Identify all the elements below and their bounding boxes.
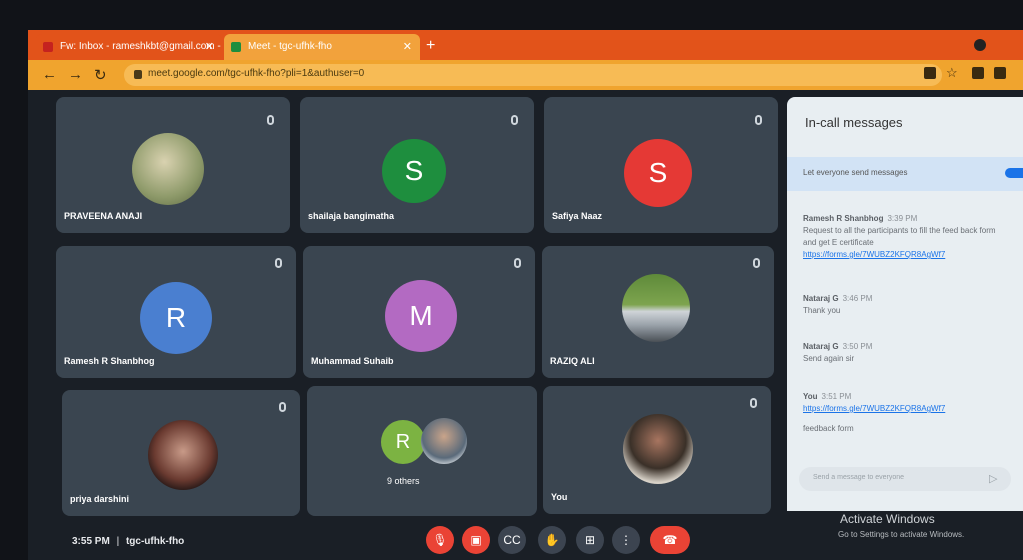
tab-label: Meet - tgc-ufhk-fho [248, 41, 332, 52]
message-text: feedback form [803, 424, 854, 433]
message-input-placeholder: Send a message to everyone [813, 474, 905, 481]
activate-windows-title: Activate Windows [840, 512, 935, 526]
participant-tile[interactable]: R Ramesh R Shanbhog [56, 246, 296, 378]
participant-tile-self[interactable]: You [543, 386, 771, 514]
message-item: You 3:51 PM https://forms.gle/7WUBZ2KFQR8… [803, 391, 1009, 435]
send-messages-toggle-row: Let everyone send messages [787, 157, 1023, 191]
camera-off-icon[interactable]: ▣ [462, 526, 490, 554]
participant-name: Ramesh R Shanbhog [64, 356, 155, 366]
mic-off-icon [755, 115, 762, 125]
message-time: 3:50 PM [842, 342, 873, 351]
mic-off-icon [514, 258, 521, 268]
captions-icon[interactable]: CC [498, 526, 526, 554]
participant-avatar: M [385, 280, 457, 352]
meeting-code: tgc-ufhk-fho [125, 536, 185, 547]
message-sender: Nataraj G [803, 342, 839, 351]
mic-off-icon [267, 115, 274, 125]
puzzle-icon[interactable] [994, 67, 1006, 79]
participant-tile[interactable]: priya darshini [62, 390, 300, 516]
forward-icon[interactable]: → [68, 66, 83, 83]
new-tab-icon[interactable]: + [426, 37, 435, 55]
participant-name: Muhammad Suhaib [311, 356, 394, 366]
participant-name: You [551, 492, 568, 502]
message-text: Send again sir [803, 354, 855, 363]
raise-hand-icon[interactable]: ✋ [538, 526, 566, 554]
panel-title: In-call messages [805, 115, 903, 130]
message-item: Ramesh R Shanbhog 3:39 PM Request to all … [803, 213, 1009, 261]
profile-icon[interactable] [974, 39, 986, 51]
message-sender: Nataraj G [803, 294, 839, 303]
more-icon[interactable]: ⋮ [612, 526, 640, 554]
participant-name: priya darshini [70, 494, 130, 504]
toggle-label: Let everyone send messages [803, 168, 908, 177]
gmail-icon [43, 42, 53, 52]
participant-avatar: R [140, 282, 212, 354]
end-call-icon[interactable]: ☎ [650, 526, 690, 554]
mic-off-icon[interactable]: 🎙 [426, 526, 454, 554]
participant-photo [623, 414, 693, 484]
participant-photo [622, 274, 690, 342]
participant-name: shailaja bangimatha [308, 211, 395, 221]
mic-off-icon [750, 398, 757, 408]
message-link[interactable]: https://forms.gle/7WUBZ2KFQR8AgWf7 [803, 249, 1009, 261]
meeting-time: 3:55 PM [72, 536, 110, 547]
mic-off-icon [279, 402, 286, 412]
mic-off-icon [275, 258, 282, 268]
url-text: meet.google.com/tgc-ufhk-fho?pli=1&authu… [148, 68, 365, 79]
participant-tile[interactable]: R 9 others [307, 386, 537, 516]
participant-avatar: S [382, 139, 446, 203]
separator: | [116, 536, 120, 547]
participant-photo [421, 418, 467, 464]
in-call-messages-panel: In-call messages Let everyone send messa… [787, 97, 1023, 511]
tab-meet[interactable]: Meet - tgc-ufhk-fho ✕ [224, 34, 420, 60]
back-icon[interactable]: ← [42, 66, 57, 83]
present-icon[interactable]: ⊞ [576, 526, 604, 554]
extension-icon[interactable] [924, 67, 936, 79]
send-icon[interactable]: ▷ [989, 472, 997, 485]
extension-icon[interactable] [972, 67, 984, 79]
participant-tile[interactable]: RAZIQ ALI [542, 246, 774, 378]
participant-name: RAZIQ ALI [550, 356, 595, 366]
message-sender: You [803, 392, 818, 401]
meeting-time-code: 3:55 PM | tgc-ufhk-fho [72, 536, 184, 547]
browser-tab-bar: Fw: Inbox - rameshkbt@gmail.com - Jan ✕ … [28, 30, 1023, 60]
reload-icon[interactable]: ↻ [94, 66, 107, 84]
mic-off-icon [511, 115, 518, 125]
activate-windows-subtitle: Go to Settings to activate Windows. [838, 530, 965, 539]
participant-avatar: R [381, 420, 425, 464]
message-time: 3:46 PM [842, 294, 873, 303]
message-link[interactable]: https://forms.gle/7WUBZ2KFQR8AgWf7 [803, 403, 1009, 415]
others-count: 9 others [387, 476, 420, 486]
participant-tile[interactable]: S shailaja bangimatha [300, 97, 534, 233]
participant-photo [132, 133, 204, 205]
message-time: 3:39 PM [887, 214, 918, 223]
address-bar-row: ← → ↻ meet.google.com/tgc-ufhk-fho?pli=1… [28, 60, 1023, 90]
message-sender: Ramesh R Shanbhog [803, 214, 884, 223]
participant-tile[interactable]: M Muhammad Suhaib [303, 246, 535, 378]
tab-gmail[interactable]: Fw: Inbox - rameshkbt@gmail.com - Jan ✕ [36, 34, 222, 60]
url-field[interactable]: meet.google.com/tgc-ufhk-fho?pli=1&authu… [124, 64, 942, 86]
participant-tile[interactable]: PRAVEENA ANAJI [56, 97, 290, 233]
star-icon[interactable]: ☆ [946, 65, 958, 81]
participant-avatar: S [624, 139, 692, 207]
mic-off-icon [753, 258, 760, 268]
meet-icon [231, 42, 241, 52]
message-item: Nataraj G 3:46 PM Thank you [803, 293, 1009, 317]
message-time: 3:51 PM [821, 392, 852, 401]
message-item: Nataraj G 3:50 PM Send again sir [803, 341, 1009, 365]
message-text: Request to all the participants to fill … [803, 226, 996, 247]
message-input[interactable]: Send a message to everyone ▷ [799, 467, 1011, 491]
send-messages-toggle[interactable] [1005, 168, 1023, 178]
participant-photo [148, 420, 218, 490]
participant-name: Safiya Naaz [552, 211, 603, 221]
close-tab-icon[interactable]: ✕ [205, 34, 214, 60]
lock-icon [134, 70, 142, 79]
participant-tile[interactable]: S Safiya Naaz [544, 97, 778, 233]
participant-name: PRAVEENA ANAJI [64, 211, 143, 221]
tab-label: Fw: Inbox - rameshkbt@gmail.com - Jan [60, 41, 222, 52]
message-text: Thank you [803, 306, 841, 315]
close-tab-icon[interactable]: ✕ [403, 34, 412, 60]
